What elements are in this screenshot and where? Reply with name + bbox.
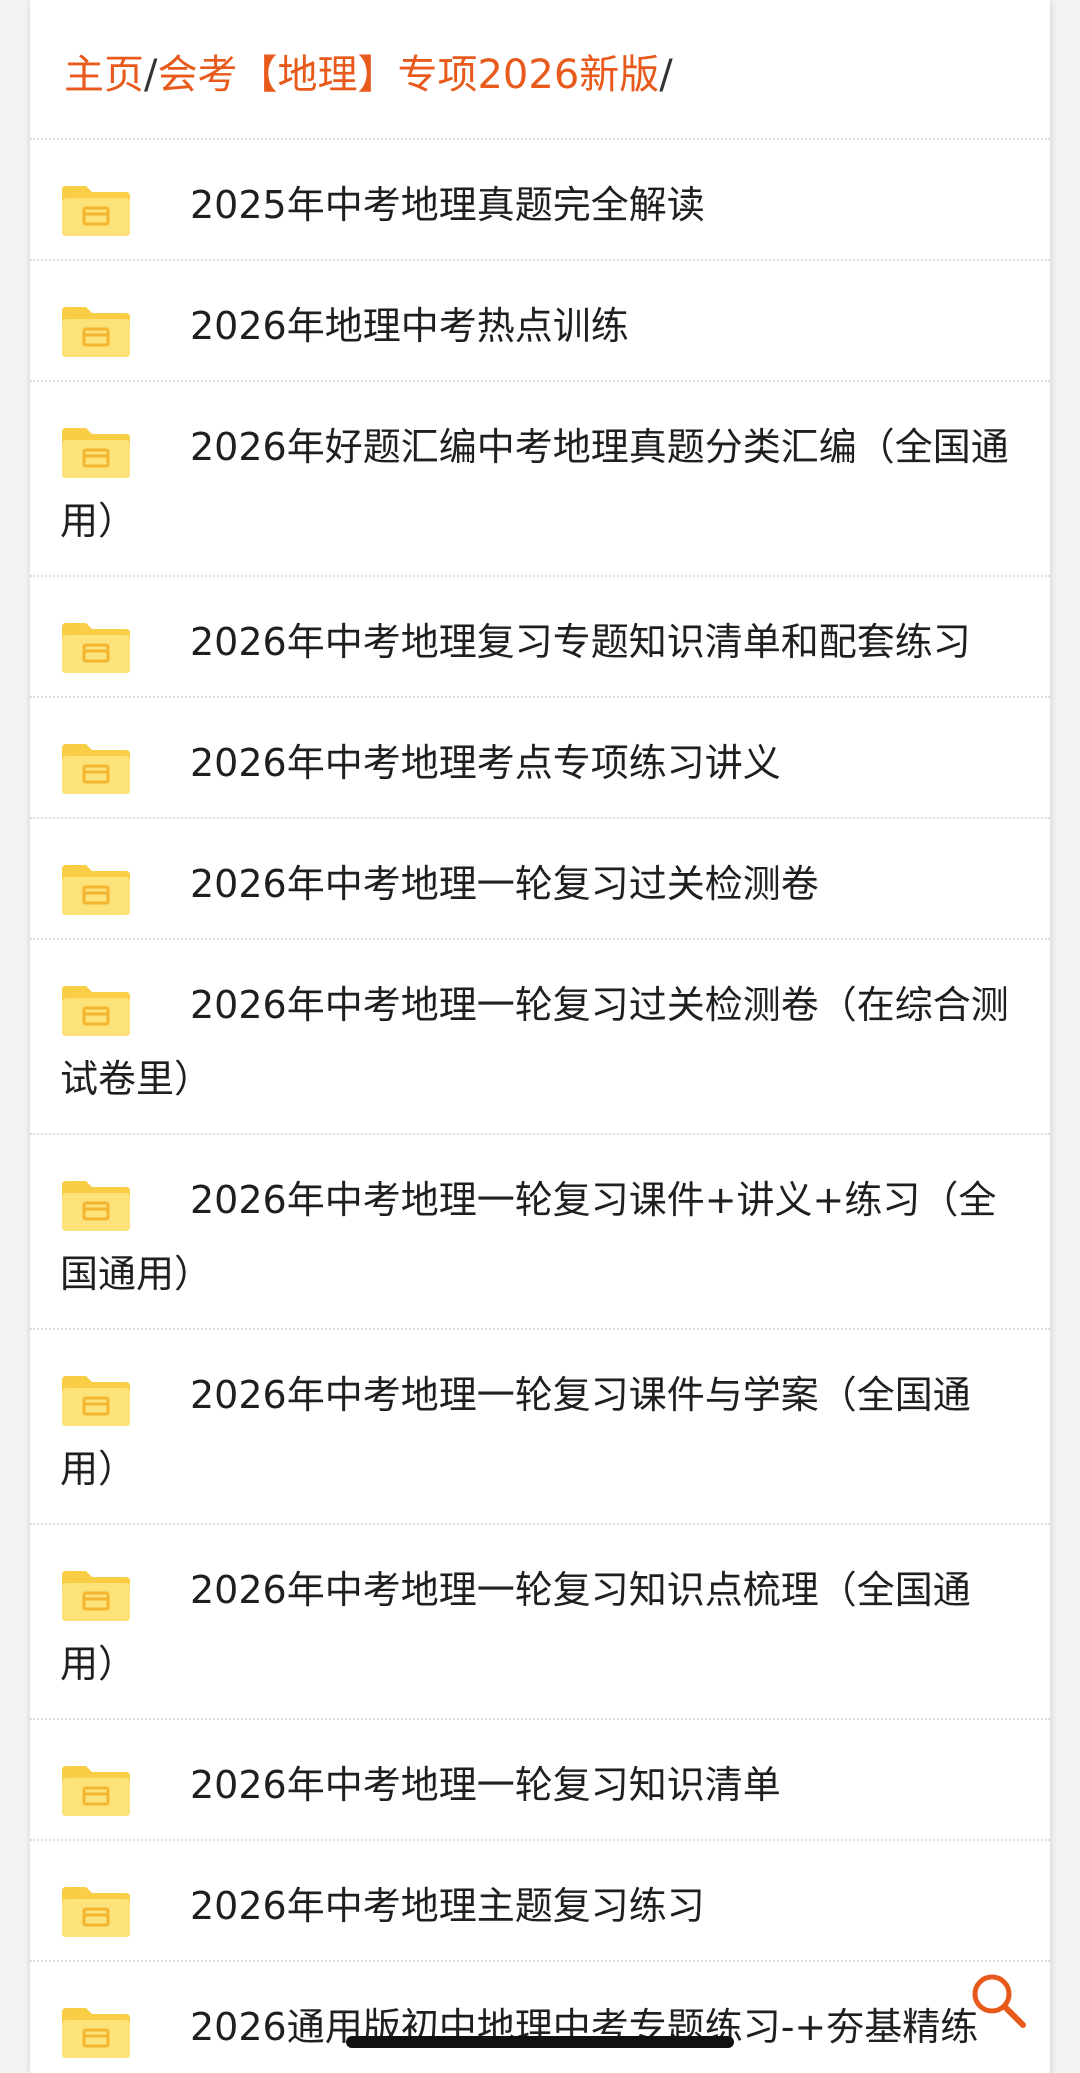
folder-icon <box>62 2008 130 2058</box>
list-item-label: 2026年中考地理主题复习练习 <box>190 1884 705 1928</box>
breadcrumb-section-link[interactable]: 会考【地理】专项2026新版 <box>157 52 659 98</box>
list-item-label: 2026年中考地理一轮复习知识点梳理（全国通用） <box>60 1568 971 1686</box>
breadcrumb-separator: / <box>144 52 158 98</box>
folder-icon <box>62 744 130 794</box>
list-item[interactable]: 2026年中考地理考点专项练习讲义 <box>30 698 1050 819</box>
breadcrumb-home-link[interactable]: 主页 <box>64 52 144 98</box>
folder-icon <box>62 186 130 236</box>
home-indicator[interactable] <box>346 2036 734 2048</box>
list-item-label: 2026年中考地理一轮复习课件与学案（全国通用） <box>60 1373 971 1491</box>
page-container: 主页/会考【地理】专项2026新版/ 2025年中考地理真题完全解读 2026年… <box>30 0 1050 2073</box>
breadcrumb: 主页/会考【地理】专项2026新版/ <box>30 0 1050 140</box>
list-item-label: 2026年中考地理一轮复习过关检测卷（在综合测试卷里） <box>60 983 1009 1101</box>
folder-icon <box>62 428 130 478</box>
list-item[interactable]: 2026年中考地理一轮复习过关检测卷（在综合测试卷里） <box>30 940 1050 1135</box>
list-item-label: 2025年中考地理真题完全解读 <box>190 183 705 227</box>
folder-icon <box>62 865 130 915</box>
list-item[interactable]: 2026年中考地理一轮复习课件+讲义+练习（全国通用） <box>30 1135 1050 1330</box>
list-item-label: 2026年地理中考热点训练 <box>190 304 629 348</box>
folder-icon <box>62 623 130 673</box>
folder-icon <box>62 307 130 357</box>
list-item-label: 2026年好题汇编中考地理真题分类汇编（全国通用） <box>60 425 1009 543</box>
list-item-label: 2026通用版初中地理中考专题练习-+夯基精练 <box>190 2005 979 2049</box>
list-item[interactable]: 2026年中考地理一轮复习知识点梳理（全国通用） <box>30 1525 1050 1720</box>
folder-icon <box>62 1887 130 1937</box>
list-item-label: 2026年中考地理复习专题知识清单和配套练习 <box>190 620 971 664</box>
list-item-label: 2026年中考地理一轮复习课件+讲义+练习（全国通用） <box>60 1178 997 1296</box>
folder-icon <box>62 1571 130 1621</box>
list-item[interactable]: 2026年中考地理主题复习练习 <box>30 1841 1050 1962</box>
list-item[interactable]: 2026年地理中考热点训练 <box>30 261 1050 382</box>
search-icon[interactable] <box>968 1970 1028 2030</box>
list-item[interactable]: 2026年中考地理一轮复习知识清单 <box>30 1720 1050 1841</box>
list-item[interactable]: 2025年中考地理真题完全解读 <box>30 140 1050 261</box>
list-item[interactable]: 2026年中考地理一轮复习过关检测卷 <box>30 819 1050 940</box>
list-item[interactable]: 2026年好题汇编中考地理真题分类汇编（全国通用） <box>30 382 1050 577</box>
list-item-label: 2026年中考地理考点专项练习讲义 <box>190 741 781 785</box>
folder-icon <box>62 1181 130 1231</box>
list-item-label: 2026年中考地理一轮复习知识清单 <box>190 1763 781 1807</box>
list-item[interactable]: 2026年中考地理一轮复习课件与学案（全国通用） <box>30 1330 1050 1525</box>
breadcrumb-separator: / <box>659 52 673 98</box>
folder-list: 2025年中考地理真题完全解读 2026年地理中考热点训练 2026年好题汇编中… <box>30 140 1050 2073</box>
list-item[interactable]: 2026年中考地理复习专题知识清单和配套练习 <box>30 577 1050 698</box>
folder-icon <box>62 1376 130 1426</box>
folder-icon <box>62 986 130 1036</box>
folder-icon <box>62 1766 130 1816</box>
list-item-label: 2026年中考地理一轮复习过关检测卷 <box>190 862 819 906</box>
list-item[interactable]: 2026通用版初中地理中考专题练习-+夯基精练 <box>30 1962 1050 2073</box>
